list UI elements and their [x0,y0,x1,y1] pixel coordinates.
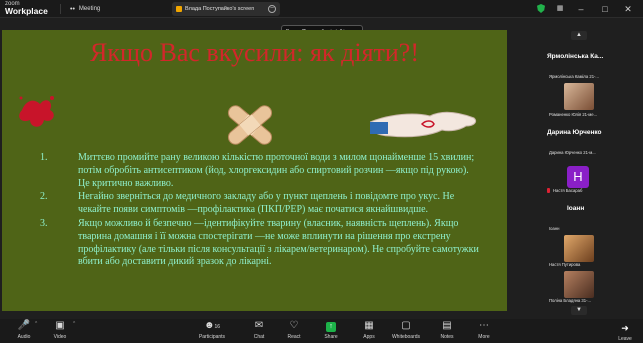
participants-button[interactable]: ☻16 Participants [190,320,234,342]
list-item-number: 1. [40,152,48,163]
participant-video [564,83,594,110]
participant-tile[interactable]: Настя Путирова [545,232,611,268]
close-icon[interactable]: ✕ [621,2,635,16]
share-thumbnail-icon [176,6,182,12]
more-icon: ⋯ [479,320,489,331]
title-bar: zoom Workplace •• Meeting Влада Поступай… [0,0,643,18]
participant-name: Іоанн [567,205,585,212]
instruction-list: 1. Миттєво промийте рану великою кількіс… [40,152,480,270]
participants-scroll-down-icon[interactable]: ▼ [571,306,587,315]
share-arrow-icon: ↑ [326,322,336,332]
minimize-icon[interactable]: – [574,2,588,16]
blood-splash-icon [19,96,54,127]
leave-button[interactable]: ➜ Leave [613,322,637,342]
muted-mic-icon [547,188,550,193]
participant-label: Дарина Юрченко 21-м... [549,150,596,155]
more-button[interactable]: ⋯ More [462,320,506,342]
meeting-tab-label: Meeting [78,6,101,12]
video-caret-icon[interactable]: ⌃ [72,321,76,327]
close-share-icon[interactable]: – [268,5,276,13]
participant-name: Ярмолінська Ка... [547,53,604,60]
participant-label: Настя Басараб [553,188,583,193]
shared-slide: Якщо Вас вкусили: як діяти?! 1. Миттєво … [2,30,507,311]
slide-title: Якщо Вас вкусили: як діяти?! [90,38,419,67]
zoom-logo: zoom Workplace [5,1,48,15]
participant-tile[interactable]: Іоанн Іоанн [545,194,611,232]
list-item-text: Негайно зверніться до медичного закладу … [78,191,455,216]
participant-tile[interactable]: Ярмолінська Ка... Ярмолінська Каміла 21-… [545,42,611,80]
leave-label: Leave [618,336,632,342]
participant-video [564,235,594,262]
bandage-icon [227,105,273,145]
whiteboard-icon: ▢ [401,320,411,331]
participants-icon: ☻16 [203,320,221,331]
leave-door-icon: ➜ [621,323,629,333]
participant-video [564,271,594,298]
title-separator [60,4,61,14]
logo-workplace-text: Workplace [5,6,48,16]
shield-icon[interactable] [537,4,545,13]
participants-scroll-up-icon[interactable]: ▲ [571,31,587,40]
view-button[interactable]: ▦ [553,2,567,16]
participant-tile[interactable]: Поліна Бладяна 31-... [545,268,611,304]
list-item-number: 3. [40,217,48,229]
list-item: 3. Якщо можливо й безпечно —ідентифікуйт… [40,218,480,269]
list-item: 2. Негайно зверніться до медичного закла… [40,191,480,217]
whiteboards-button[interactable]: ▢ Whiteboards [384,320,428,342]
tab-shared-screen[interactable]: Влада Поступайко's screen – [172,2,280,16]
participants-gallery[interactable]: Ярмолінська Ка... Ярмолінська Каміла 21-… [545,42,611,304]
participant-tile[interactable]: H Настя Басараб [545,156,611,194]
list-item: 1. Миттєво промийте рану великою кількіс… [40,152,480,190]
list-item-text: Миттєво промийте рану великою кількістю … [78,152,475,189]
more-label: More [478,334,490,340]
share-tab-label: Влада Поступайко's screen [185,6,255,12]
list-item-number: 2. [40,191,48,203]
tab-meeting[interactable]: •• Meeting [70,3,100,15]
participant-name: Дарина Юрченко [547,129,602,136]
meeting-toolbar: 🎤 Audio ⌃ ▣ Video ⌃ ☻16 Participants ✉ C… [0,319,643,343]
video-label: Video [53,334,67,340]
whiteboards-label: Whiteboards [391,334,421,340]
participants-count: 16 [214,324,221,330]
participant-label: Поліна Бладяна 31-... [549,298,591,303]
participant-tile[interactable]: Романенко Юлія 21-ме... [545,80,611,118]
participant-avatar: H [567,166,589,188]
paw-icon: •• [70,5,75,13]
participant-label: Іоанн [549,226,560,231]
participant-label: Настя Путирова [549,262,581,267]
maximize-icon[interactable]: □ [598,2,612,16]
list-item-text: Якщо можливо й безпечно —ідентифікуйте т… [78,217,479,268]
participant-label: Романенко Юлія 21-ме... [549,112,598,117]
participant-tile[interactable]: Дарина Юрченко Дарина Юрченко 21-м... [545,118,611,156]
participants-label: Participants [198,334,226,340]
bitten-hand-icon [370,111,477,138]
participant-label: Ярмолінська Каміла 21-... [549,74,599,79]
